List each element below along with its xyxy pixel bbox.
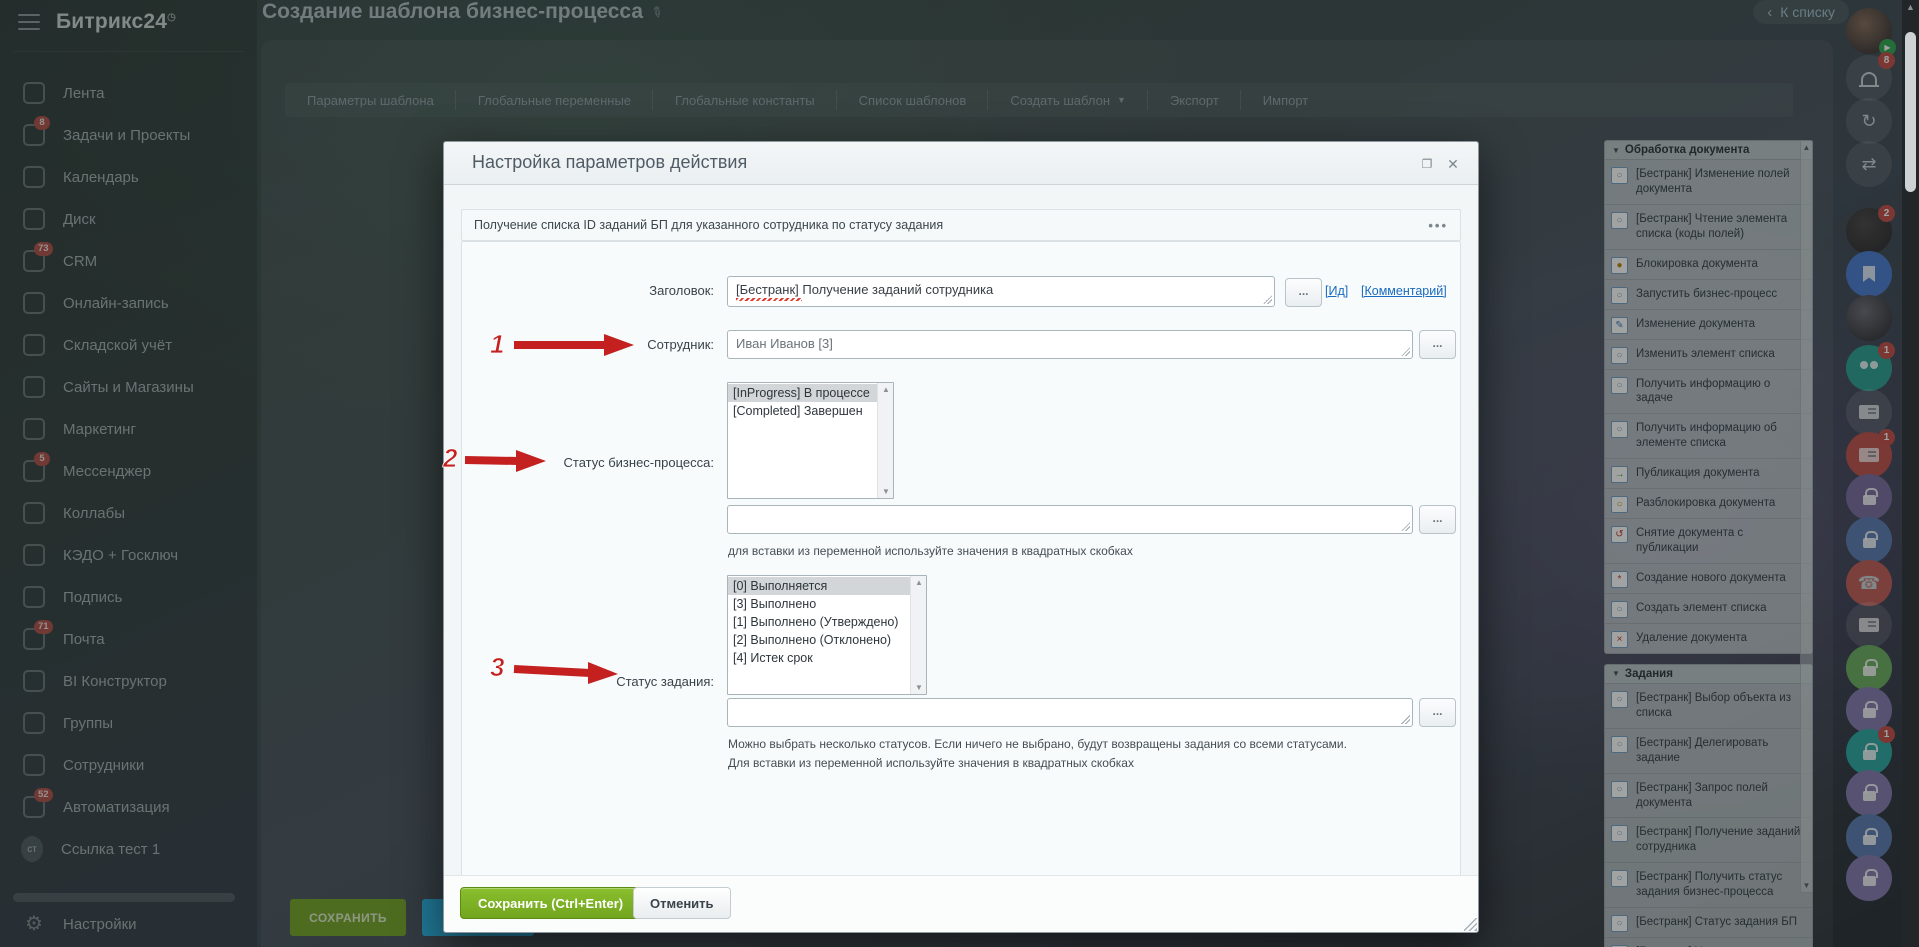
- employee-dots-button[interactable]: ...: [1419, 330, 1456, 359]
- scroll-down-icon[interactable]: ▼: [878, 487, 894, 496]
- bp-status-option-1[interactable]: [Completed] Завершен: [728, 402, 877, 420]
- dialog-titlebar[interactable]: Настройка параметров действия ❐ ✕: [444, 142, 1478, 185]
- task-status-option-1[interactable]: [3] Выполнено: [728, 595, 910, 613]
- scrollbar-up-icon[interactable]: ▲: [1902, 2, 1919, 12]
- bitrix24-workspace: Битрикс24◷ Лента8Задачи и ПроектыКаленда…: [0, 0, 1919, 947]
- insert-id-link[interactable]: [Ид]: [1325, 284, 1348, 298]
- task-status-dots-button[interactable]: ...: [1419, 698, 1456, 727]
- task-status-field-label: Статус задания:: [464, 674, 714, 689]
- employee-field-input[interactable]: Иван Иванов [3]: [727, 330, 1413, 359]
- task-status-select-scrollbar[interactable]: ▲ ▼: [910, 576, 926, 694]
- bp-status-manual-input[interactable]: [727, 505, 1413, 534]
- page-scrollbar[interactable]: ▲: [1902, 0, 1919, 947]
- bp-status-hint: для вставки из переменной используйте зн…: [728, 544, 1133, 558]
- dialog-title: Настройка параметров действия: [472, 152, 747, 173]
- scroll-up-icon[interactable]: ▲: [911, 578, 927, 587]
- title-field-input[interactable]: [Бестранк] Получение заданий сотрудника: [727, 276, 1275, 307]
- maximize-icon[interactable]: ❐: [1418, 155, 1436, 173]
- scroll-down-icon[interactable]: ▼: [911, 683, 927, 692]
- bp-status-select[interactable]: [InProgress] В процессе[Completed] Завер…: [727, 382, 894, 499]
- close-icon[interactable]: ✕: [1444, 155, 1462, 173]
- task-status-manual-input[interactable]: [727, 698, 1413, 727]
- scroll-up-icon[interactable]: ▲: [878, 385, 894, 394]
- task-status-option-4[interactable]: [4] Истек срок: [728, 649, 910, 667]
- bp-status-option-0[interactable]: [InProgress] В процессе: [728, 384, 877, 402]
- cancel-button[interactable]: Отменить: [633, 887, 731, 919]
- dialog-resize-grip[interactable]: [1464, 918, 1477, 931]
- title-dots-button[interactable]: ...: [1285, 278, 1322, 307]
- task-status-option-2[interactable]: [1] Выполнено (Утверждено): [728, 613, 910, 631]
- bp-status-dots-button[interactable]: ...: [1419, 505, 1456, 534]
- task-status-hint-2: Для вставки из переменной используйте зн…: [728, 756, 1134, 770]
- scrollbar-thumb[interactable]: [1905, 32, 1916, 192]
- action-description-bar: Получение списка ID заданий БП для указа…: [461, 209, 1461, 241]
- spellcheck-underline: [736, 298, 802, 301]
- save-button[interactable]: Сохранить (Ctrl+Enter): [460, 887, 641, 919]
- employee-field-label: Сотрудник:: [464, 337, 714, 352]
- title-field-label: Заголовок:: [464, 283, 714, 298]
- dialog-footer: Сохранить (Ctrl+Enter) Отменить: [444, 875, 1478, 932]
- action-parameters-form: Заголовок: [Бестранк] Получение заданий …: [461, 241, 1461, 878]
- bp-status-field-label: Статус бизнес-процесса:: [464, 455, 714, 470]
- task-status-hint-1: Можно выбрать несколько статусов. Если н…: [728, 737, 1347, 751]
- action-menu-dots-icon[interactable]: •••: [1428, 218, 1448, 233]
- task-status-option-3[interactable]: [2] Выполнено (Отклонено): [728, 631, 910, 649]
- task-status-select[interactable]: [0] Выполняется[3] Выполнено[1] Выполнен…: [727, 575, 927, 695]
- insert-comment-link[interactable]: [Комментарий]: [1361, 284, 1447, 298]
- task-status-option-0[interactable]: [0] Выполняется: [728, 577, 910, 595]
- bp-status-select-scrollbar[interactable]: ▲ ▼: [877, 383, 893, 498]
- action-settings-dialog: Настройка параметров действия ❐ ✕ Получе…: [443, 141, 1479, 933]
